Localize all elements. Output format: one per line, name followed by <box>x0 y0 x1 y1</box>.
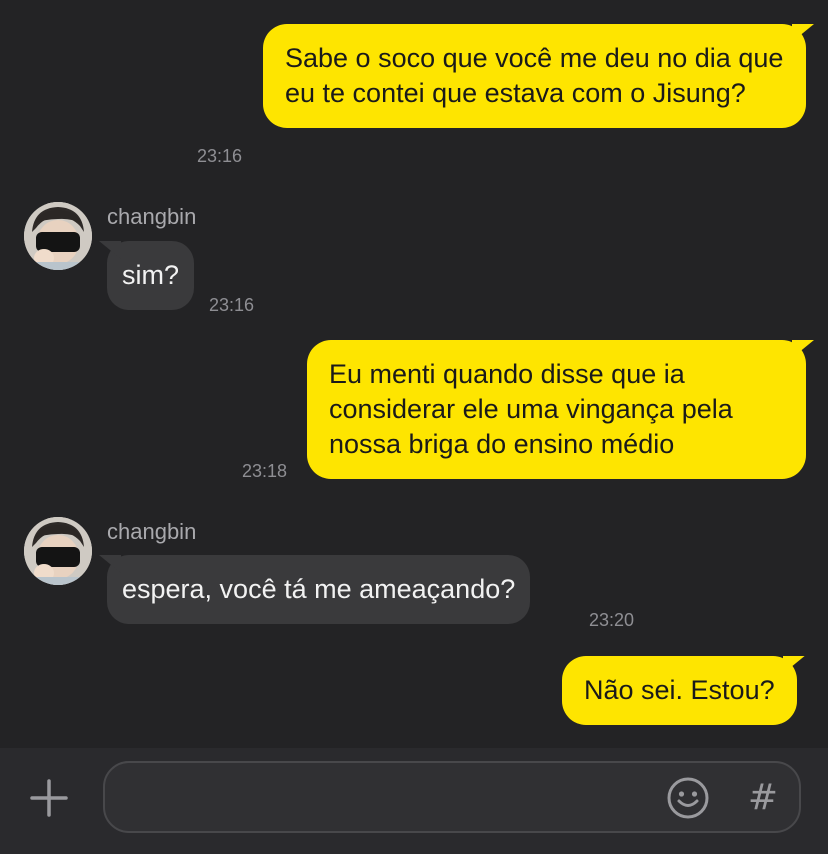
plus-icon[interactable] <box>30 779 68 817</box>
avatar-photo <box>24 202 92 270</box>
chat-area[interactable]: 23:16 Sabe o soco que você me deu no dia… <box>0 0 828 748</box>
outgoing-message-bubble[interactable]: Sabe o soco que você me deu no dia que e… <box>263 24 806 128</box>
incoming-message-bubble[interactable]: sim? <box>107 241 195 310</box>
sender-name: changbin <box>107 519 197 544</box>
message-input[interactable] <box>125 763 649 833</box>
message-timestamp: 23:16 <box>209 295 255 315</box>
hashtag-icon[interactable]: # <box>737 772 789 824</box>
message-composer: # <box>0 748 828 854</box>
message-input-container[interactable]: # <box>103 761 801 833</box>
avatar[interactable] <box>24 517 92 585</box>
avatar-photo <box>24 517 92 585</box>
outgoing-message-bubble[interactable]: Eu menti quando disse que ia considerar … <box>307 340 806 479</box>
outgoing-message-bubble[interactable]: Não sei. Estou? <box>562 656 797 725</box>
message-timestamp: 23:16 <box>197 146 243 166</box>
sender-name: changbin <box>107 204 197 229</box>
message-timestamp: 23:18 <box>242 461 288 481</box>
avatar[interactable] <box>24 202 92 270</box>
incoming-message-bubble[interactable]: espera, você tá me ameaçando? <box>107 555 531 624</box>
emoji-icon[interactable] <box>666 776 710 820</box>
message-timestamp: 23:20 <box>589 610 635 630</box>
